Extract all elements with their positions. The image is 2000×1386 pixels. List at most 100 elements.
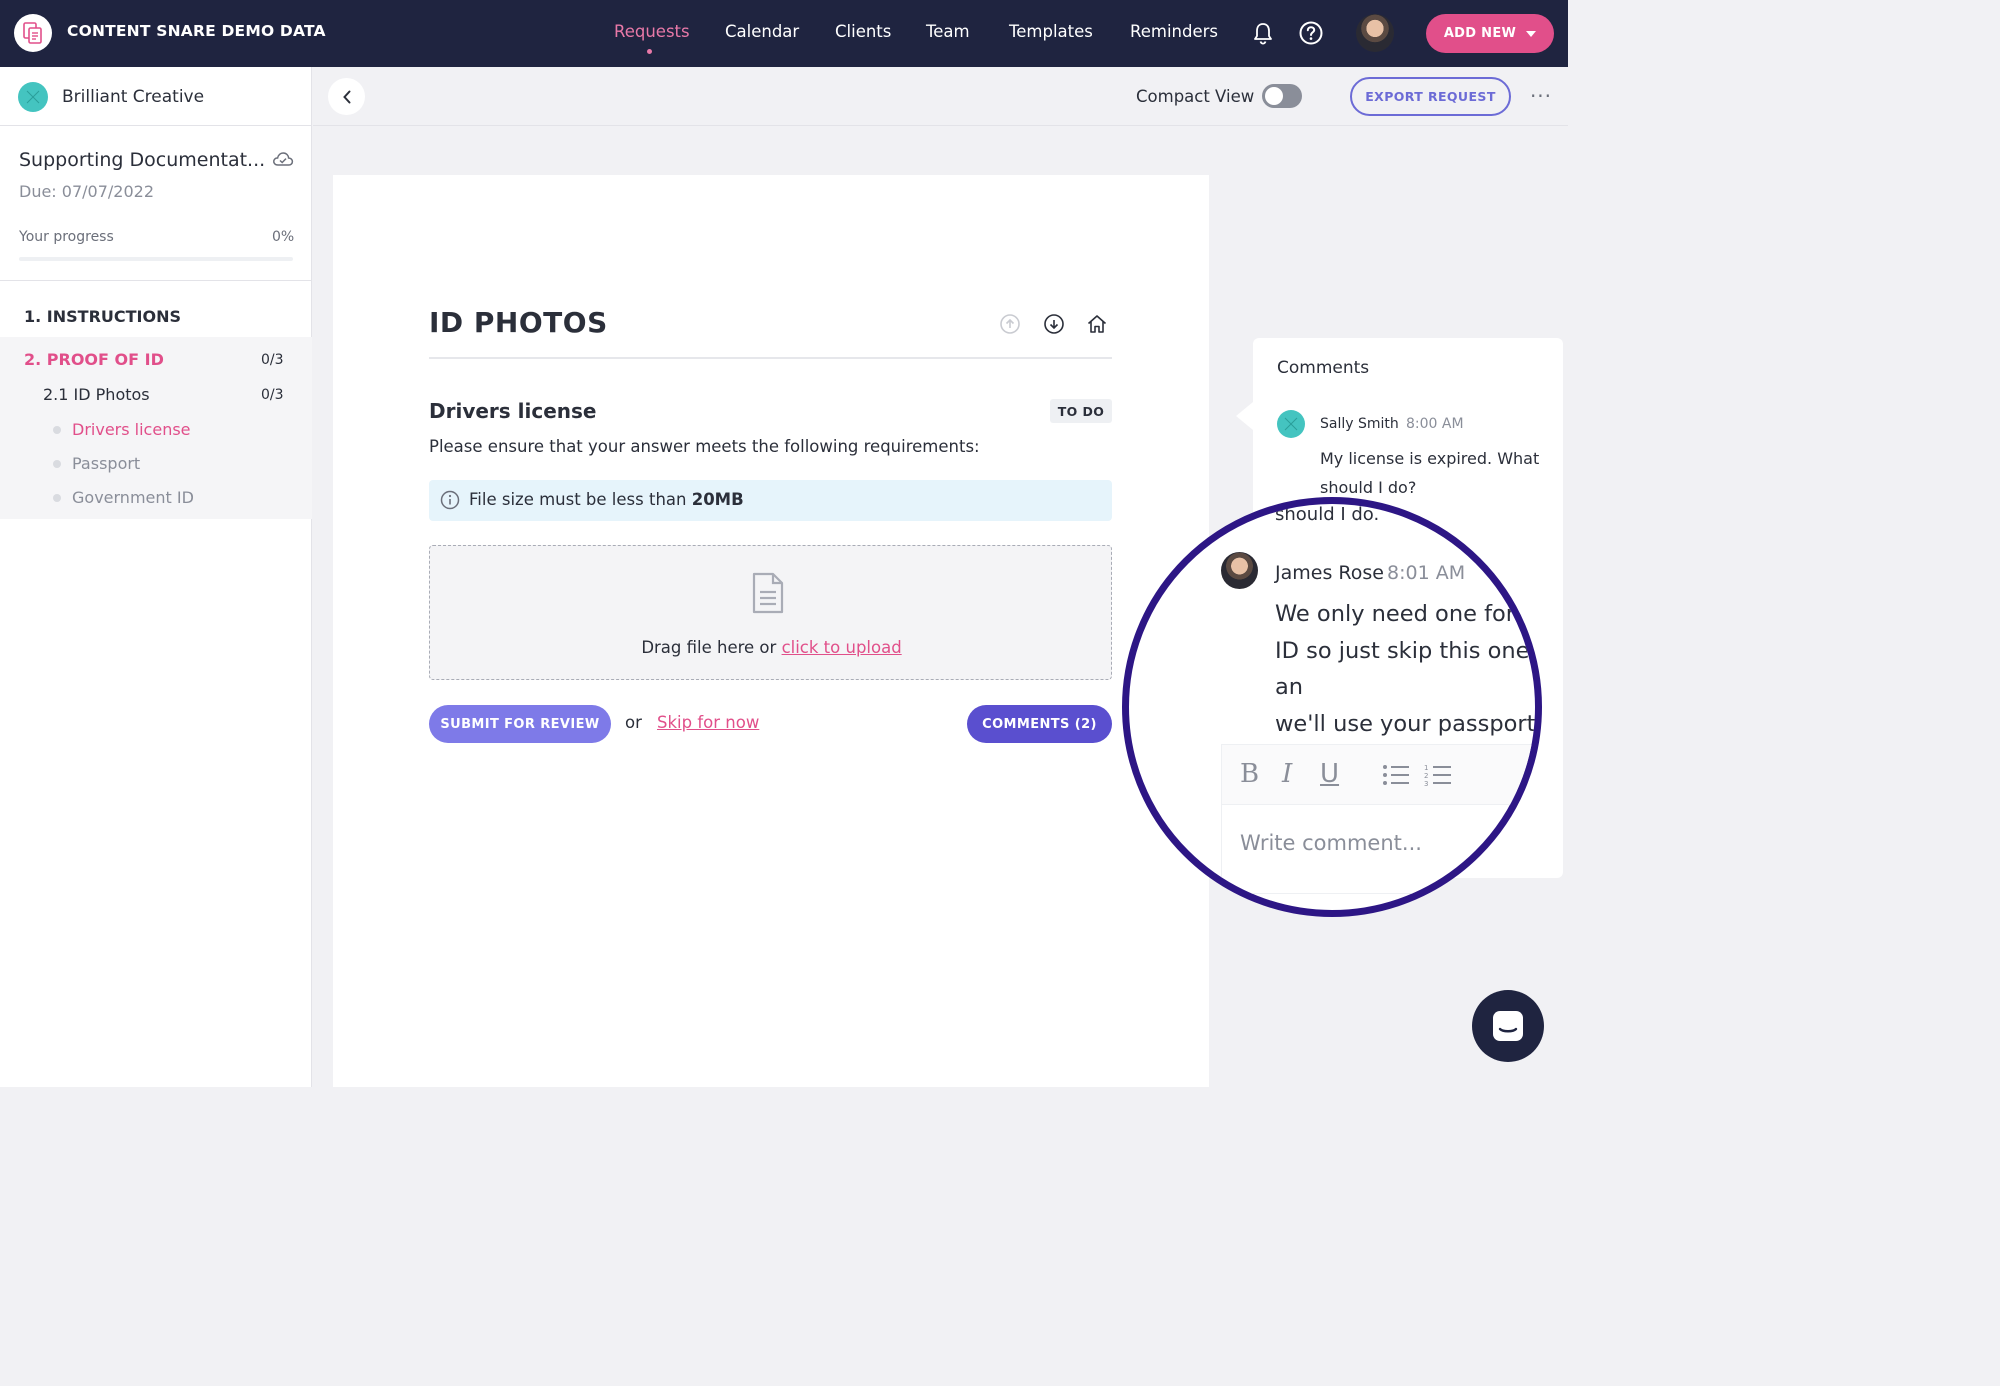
commenter-avatar	[1221, 552, 1258, 589]
arrow-up-circle-icon[interactable]	[999, 313, 1021, 335]
comment-editor: B I U 123 Write comment...	[1221, 744, 1535, 894]
document-icon	[751, 572, 785, 618]
client-header[interactable]: Brilliant Creative	[0, 67, 312, 126]
status-badge: TO DO	[1050, 399, 1112, 423]
help-icon[interactable]	[1298, 20, 1324, 46]
section-count: 0/3	[261, 352, 284, 368]
bell-icon[interactable]	[1250, 20, 1276, 46]
sidebar-item-passport[interactable]: Passport	[72, 454, 140, 473]
compact-view-label: Compact View	[1136, 87, 1255, 106]
cloud-check-icon	[272, 151, 294, 171]
progress-value: 0%	[272, 229, 295, 245]
submit-for-review-button[interactable]: SUBMIT FOR REVIEW	[429, 705, 611, 743]
nav-link-team[interactable]: Team	[926, 22, 970, 41]
request-title: Supporting Documentat...	[19, 149, 266, 171]
underline-icon[interactable]: U	[1320, 759, 1339, 789]
magnified-ghost-time: M	[1459, 526, 1472, 544]
item-bullet	[53, 494, 61, 502]
comment-text-line: we'll use your passport	[1275, 710, 1536, 737]
subsection-count: 0/3	[261, 387, 284, 403]
back-button[interactable]	[328, 78, 365, 115]
request-due-date: Due: 07/07/2022	[19, 182, 154, 201]
nav-link-clients[interactable]: Clients	[835, 22, 891, 41]
export-request-button[interactable]: EXPORT REQUEST	[1350, 77, 1511, 116]
comment-input[interactable]: Write comment...	[1240, 831, 1422, 855]
comment-text: We only need one form ID so just skip th…	[1275, 596, 1537, 742]
comments-panel-pointer	[1236, 402, 1253, 430]
requirement-prefix: File size must be less than	[469, 490, 692, 509]
comment-author: Sally Smith	[1320, 416, 1399, 432]
progress-label: Your progress	[19, 229, 114, 245]
item-bullet	[53, 426, 61, 434]
section-proof-of-id[interactable]: 2. PROOF OF ID	[24, 350, 164, 369]
comment-text-line: We only need one form	[1275, 601, 1537, 627]
caret-down-icon	[1526, 30, 1537, 37]
svg-text:3: 3	[1424, 780, 1428, 787]
requirement-value: 20MB	[691, 490, 744, 509]
info-icon	[440, 490, 460, 514]
nav-link-templates[interactable]: Templates	[1009, 22, 1093, 41]
nav-link-requests[interactable]: Requests	[614, 22, 690, 41]
request-toolbar: Compact View EXPORT REQUEST ···	[313, 67, 1568, 126]
item-instructions: Please ensure that your answer meets the…	[429, 437, 980, 456]
app-logo[interactable]	[14, 14, 52, 52]
request-content-card: ID PHOTOS Drivers license TO DO Please e…	[333, 175, 1209, 1087]
numbered-list-icon[interactable]: 123	[1424, 763, 1452, 794]
app-title: CONTENT SNARE DEMO DATA	[67, 22, 326, 40]
svg-text:1: 1	[1424, 764, 1428, 772]
logo-icon	[23, 22, 42, 44]
chat-support-button[interactable]	[1472, 990, 1544, 1062]
compact-view-toggle[interactable]	[1262, 84, 1302, 108]
item-bullet	[53, 460, 61, 468]
magnified-ghost-text: should I do.	[1275, 504, 1380, 525]
requirement-notice: File size must be less than 20MB	[429, 480, 1112, 521]
chat-icon	[1493, 1011, 1523, 1041]
chevron-left-icon	[342, 90, 350, 103]
add-new-button[interactable]: ADD NEW	[1426, 14, 1554, 53]
client-avatar	[18, 82, 48, 112]
more-options-icon[interactable]: ···	[1528, 81, 1554, 111]
toggle-knob	[1265, 87, 1283, 105]
comment-time: 8:01 AM	[1387, 562, 1466, 584]
sidebar-item-government-id[interactable]: Government ID	[72, 488, 194, 507]
magnified-content: should I do. M m of nd James Rose 8:01 A…	[1129, 504, 1537, 910]
file-drop-zone[interactable]: Drag file here or click to upload	[429, 545, 1112, 680]
comments-button[interactable]: COMMENTS (2)	[967, 705, 1112, 743]
client-name: Brilliant Creative	[62, 87, 205, 107]
bullet-list-icon[interactable]	[1382, 763, 1410, 794]
editor-toolbar: B I U 123	[1222, 745, 1535, 805]
comment-time: 8:00 AM	[1406, 416, 1464, 432]
section-title: ID PHOTOS	[429, 306, 608, 339]
drop-zone-text: Drag file here or click to upload	[430, 638, 1113, 657]
home-icon[interactable]	[1086, 313, 1108, 335]
italic-icon[interactable]: I	[1282, 759, 1292, 789]
add-new-label: ADD NEW	[1443, 26, 1517, 41]
skip-for-now-link[interactable]: Skip for now	[657, 713, 759, 732]
item-title: Drivers license	[429, 399, 597, 423]
request-sidebar: Brilliant Creative Supporting Documentat…	[0, 67, 312, 1087]
nav-link-calendar[interactable]: Calendar	[725, 22, 799, 41]
top-navigation-bar: CONTENT SNARE DEMO DATA Requests Calenda…	[0, 0, 1568, 67]
drop-prefix: Drag file here or	[641, 638, 782, 657]
magnified-comment-view: should I do. M m of nd James Rose 8:01 A…	[1122, 497, 1542, 917]
progress-bar	[19, 257, 293, 261]
comments-title: Comments	[1277, 358, 1370, 378]
comment-author: James Rose	[1275, 562, 1384, 584]
sidebar-item-drivers-license[interactable]: Drivers license	[72, 420, 191, 439]
upload-link[interactable]: click to upload	[782, 638, 902, 657]
user-avatar[interactable]	[1356, 14, 1394, 52]
section-instructions[interactable]: 1. INSTRUCTIONS	[24, 307, 181, 326]
arrow-down-circle-icon[interactable]	[1043, 313, 1065, 335]
title-divider	[429, 357, 1112, 359]
nav-link-reminders[interactable]: Reminders	[1130, 22, 1218, 41]
bold-icon[interactable]: B	[1240, 759, 1259, 789]
comment-text: My license is expired. What should I do?	[1320, 449, 1540, 497]
comment-text-line: ID so just skip this one an	[1275, 637, 1530, 701]
magnified-ghost-text: m of	[1489, 560, 1526, 579]
commenter-avatar	[1277, 410, 1305, 438]
svg-text:2: 2	[1424, 772, 1428, 780]
active-nav-indicator	[647, 49, 652, 54]
or-separator: or	[625, 713, 642, 732]
subsection-id-photos[interactable]: 2.1 ID Photos	[43, 385, 150, 404]
sidebar-divider	[0, 280, 312, 281]
